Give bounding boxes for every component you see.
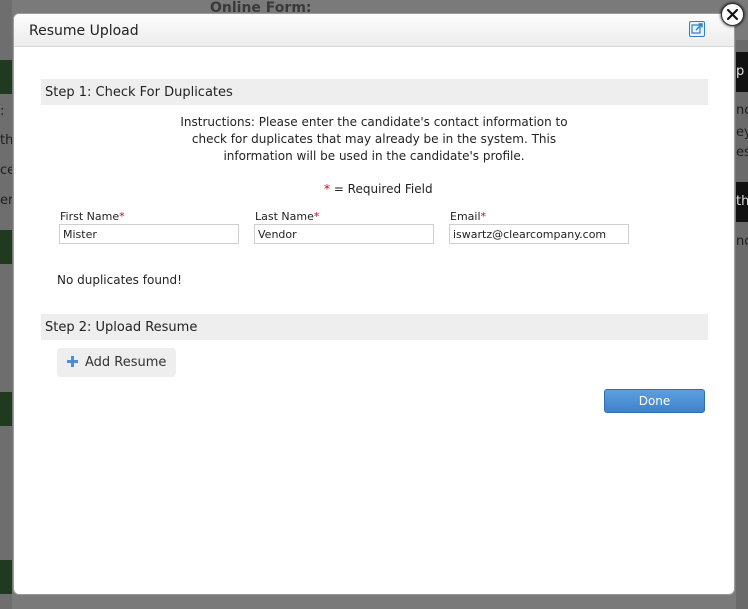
instructions-line: check for duplicates that may already be… bbox=[191, 132, 557, 146]
required-note-text: = Required Field bbox=[330, 182, 433, 196]
step1-title: Step 1: Check For Duplicates bbox=[45, 85, 233, 100]
last-name-input[interactable] bbox=[254, 224, 434, 244]
duplicate-status: No duplicates found! bbox=[57, 273, 182, 287]
background-fragment: th bbox=[0, 133, 12, 148]
resume-upload-dialog: Resume Upload Step 1: Check For Duplicat… bbox=[13, 13, 735, 595]
background-green-block bbox=[0, 60, 12, 94]
first-name-input[interactable] bbox=[59, 224, 239, 244]
required-star: * bbox=[480, 210, 487, 223]
last-name-label: Last Name* bbox=[255, 210, 319, 223]
instructions-line: information will be used in the candidat… bbox=[223, 149, 525, 163]
step2-title: Step 2: Upload Resume bbox=[45, 320, 198, 335]
background-fragment: p bbox=[736, 64, 745, 79]
background-fragment: es bbox=[736, 145, 748, 160]
instructions-text: Instructions: Please enter the candidate… bbox=[164, 114, 584, 165]
background-green-block bbox=[0, 560, 12, 594]
background-fragment: nc bbox=[736, 234, 748, 249]
first-name-label: First Name* bbox=[60, 210, 125, 223]
step1-header: Step 1: Check For Duplicates bbox=[41, 79, 708, 105]
background-fragment: th bbox=[736, 194, 748, 209]
add-resume-button[interactable]: Add Resume bbox=[57, 348, 176, 377]
step2-header: Step 2: Upload Resume bbox=[41, 314, 708, 340]
first-name-label-text: First Name bbox=[60, 210, 120, 223]
add-resume-label: Add Resume bbox=[85, 355, 167, 370]
last-name-label-text: Last Name bbox=[255, 210, 314, 223]
background-green-block bbox=[0, 230, 12, 264]
required-star: * bbox=[119, 210, 125, 223]
done-button[interactable]: Done bbox=[604, 389, 705, 413]
dialog-header: Resume Upload bbox=[14, 14, 734, 47]
background-fragment: ey bbox=[736, 125, 748, 140]
background-fragment: : bbox=[0, 104, 5, 119]
background-green-block bbox=[0, 392, 12, 426]
plus-icon bbox=[67, 356, 78, 367]
background-fragment: er bbox=[0, 193, 12, 208]
close-icon[interactable] bbox=[721, 3, 744, 26]
popout-icon[interactable] bbox=[689, 21, 705, 37]
required-star: * bbox=[313, 210, 320, 223]
required-field-note: * = Required Field bbox=[324, 182, 433, 196]
background-title: Online Form: bbox=[210, 0, 312, 12]
background-fragment: ce bbox=[0, 163, 12, 178]
email-input[interactable] bbox=[449, 224, 629, 244]
background-fragment: nc bbox=[736, 103, 748, 118]
email-label: Email* bbox=[450, 210, 486, 223]
dialog-title: Resume Upload bbox=[29, 23, 139, 39]
email-label-text: Email bbox=[450, 210, 481, 223]
instructions-line: Instructions: Please enter the candidate… bbox=[180, 115, 568, 129]
